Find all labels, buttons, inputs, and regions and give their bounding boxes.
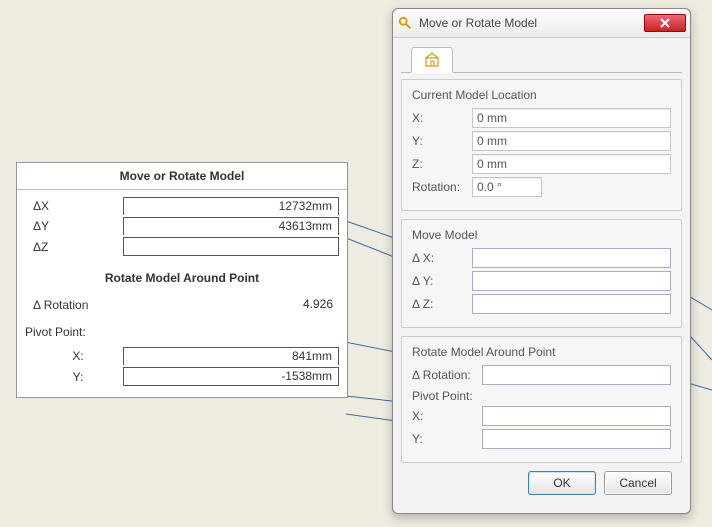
left-dx-label: ΔX — [25, 199, 123, 213]
pivot-x-label: X: — [412, 409, 482, 423]
pivot-x-input[interactable] — [482, 406, 671, 426]
left-rotate-title: Rotate Model Around Point — [17, 263, 347, 295]
ok-button[interactable]: OK — [528, 471, 596, 495]
pivot-y-label: Y: — [412, 432, 482, 446]
section-current-label: Current Model Location — [412, 88, 671, 102]
pivot-point-label: Pivot Point: — [412, 389, 671, 403]
tab-general[interactable] — [411, 47, 453, 73]
left-dx-value: 12732mm — [123, 197, 339, 215]
left-dy-label: ΔY — [25, 219, 123, 233]
titlebar[interactable]: Move or Rotate Model — [393, 9, 690, 38]
left-dz-label: ΔZ — [25, 240, 123, 254]
group-move-model: Move Model Δ X: Δ Y: Δ Z: — [401, 219, 682, 328]
current-rot-value: 0.0 ° — [472, 177, 542, 197]
current-rot-label: Rotation: — [412, 180, 472, 194]
dialog-title: Move or Rotate Model — [419, 16, 644, 30]
left-title: Move or Rotate Model — [17, 163, 347, 190]
left-drot-value: 4.926 — [123, 296, 339, 313]
current-y-value: 0 mm — [472, 131, 671, 151]
close-button[interactable] — [644, 14, 686, 32]
current-y-label: Y: — [412, 134, 472, 148]
current-x-label: X: — [412, 111, 472, 125]
move-dx-label: Δ X: — [412, 251, 472, 265]
left-dz-row: ΔZ — [17, 236, 347, 257]
home-icon — [424, 52, 440, 68]
source-values-table: Move or Rotate Model ΔX 12732mm ΔY 43613… — [16, 162, 348, 398]
left-dz-value — [123, 237, 339, 256]
rot-drot-input[interactable] — [482, 365, 671, 385]
move-dy-input[interactable] — [472, 271, 671, 291]
left-drot-label: Δ Rotation — [25, 298, 123, 312]
move-rotate-dialog: Move or Rotate Model Current Model Locat… — [392, 8, 691, 514]
section-move-label: Move Model — [412, 228, 671, 242]
left-py-label: Y: — [25, 370, 123, 384]
current-x-value: 0 mm — [472, 108, 671, 128]
current-z-value: 0 mm — [472, 154, 671, 174]
group-rotate-model: Rotate Model Around Point Δ Rotation: Pi… — [401, 336, 682, 463]
left-px-value: 841mm — [123, 347, 339, 365]
left-dx-row: ΔX 12732mm — [17, 196, 347, 216]
group-current-location: Current Model Location X: 0 mm Y: 0 mm Z… — [401, 79, 682, 211]
move-dy-label: Δ Y: — [412, 274, 472, 288]
pivot-y-input[interactable] — [482, 429, 671, 449]
current-z-label: Z: — [412, 157, 472, 171]
left-py-value: -1538mm — [123, 367, 339, 386]
rot-drot-label: Δ Rotation: — [412, 368, 482, 382]
move-dx-input[interactable] — [472, 248, 671, 268]
move-dz-label: Δ Z: — [412, 297, 472, 311]
left-pivot-label: Pivot Point: — [17, 325, 86, 339]
cancel-button[interactable]: Cancel — [604, 471, 672, 495]
left-pivot-y-row: Y: -1538mm — [17, 366, 347, 387]
tab-strip — [401, 46, 682, 73]
left-px-label: X: — [25, 349, 123, 363]
magnifier-icon — [397, 15, 413, 31]
left-dy-row: ΔY 43613mm — [17, 216, 347, 236]
section-rotate-label: Rotate Model Around Point — [412, 345, 671, 359]
move-dz-input[interactable] — [472, 294, 671, 314]
left-dy-value: 43613mm — [123, 217, 339, 235]
close-icon — [660, 18, 670, 28]
left-pivot-x-row: X: 841mm — [17, 346, 347, 366]
